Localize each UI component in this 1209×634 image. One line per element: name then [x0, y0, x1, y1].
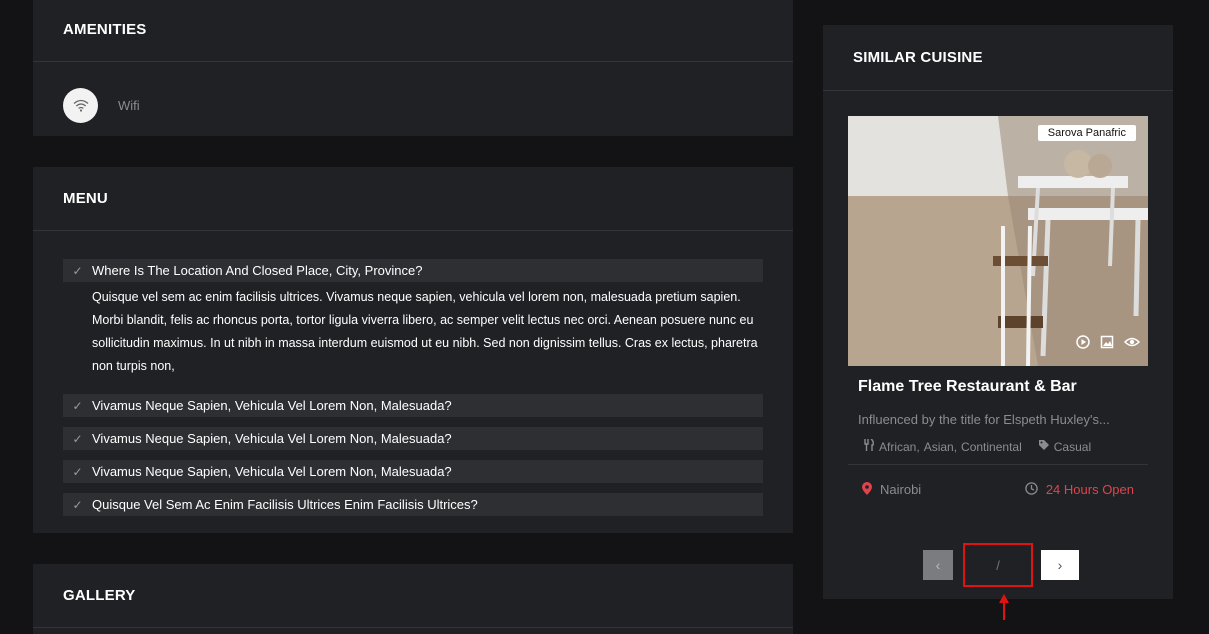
- similar-cuisine-title: SIMILAR CUISINE: [823, 25, 1173, 91]
- annotation-arrow-icon: [999, 594, 1009, 620]
- check-icon: ✓: [72, 431, 83, 446]
- check-icon: ✓: [72, 263, 83, 278]
- gallery-panel: GALLERY: [33, 564, 793, 634]
- faq-question[interactable]: ✓ Vivamus Neque Sapien, Vehicula Vel Lor…: [63, 394, 763, 417]
- restaurant-card[interactable]: Sarova Panafric Flame Tree Restaurant & …: [848, 116, 1148, 514]
- location-text: Nairobi: [880, 482, 922, 497]
- card-pager: ‹ / ›: [923, 543, 1079, 587]
- style-tag[interactable]: Casual: [1054, 440, 1091, 454]
- play-icon[interactable]: [1076, 335, 1090, 352]
- category-tag[interactable]: African,: [879, 440, 920, 454]
- faq-question-text: Vivamus Neque Sapien, Vehicula Vel Lorem…: [92, 464, 452, 479]
- faq-question-text: Where Is The Location And Closed Place, …: [92, 263, 423, 278]
- faq-item: ✓ Vivamus Neque Sapien, Vehicula Vel Lor…: [63, 394, 763, 417]
- page-counter: /: [963, 543, 1033, 587]
- menu-title: MENU: [33, 167, 793, 231]
- check-icon: ✓: [72, 497, 83, 512]
- faq-question-text: Quisque Vel Sem Ac Enim Facilisis Ultric…: [92, 497, 478, 512]
- category-tag[interactable]: Continental: [961, 440, 1022, 454]
- check-icon: ✓: [72, 398, 83, 413]
- restaurant-image[interactable]: Sarova Panafric: [848, 116, 1148, 366]
- amenities-title: AMENITIES: [33, 0, 793, 62]
- faq-answer: Quisque vel sem ac enim facilisis ultric…: [92, 290, 758, 373]
- restaurant-footer: Nairobi 24 Hours Open: [848, 464, 1148, 514]
- hours-text: 24 Hours Open: [1045, 482, 1134, 497]
- faq-item: ✓ Quisque Vel Sem Ac Enim Facilisis Ultr…: [63, 493, 763, 516]
- category-tag[interactable]: Asian,: [924, 440, 957, 454]
- restaurant-tags: African, Asian, Continental Casual: [864, 438, 1132, 454]
- faq-question-text: Vivamus Neque Sapien, Vehicula Vel Lorem…: [92, 398, 452, 413]
- faq-item: ✓ Vivamus Neque Sapien, Vehicula Vel Lor…: [63, 460, 763, 483]
- map-pin-icon: [862, 481, 872, 498]
- similar-cuisine-panel: SIMILAR CUISINE Sarova Panafric Flame Tr…: [823, 25, 1173, 599]
- restaurant-description: Influenced by the title for Elspeth Huxl…: [858, 412, 1110, 427]
- faq-question[interactable]: ✓ Vivamus Neque Sapien, Vehicula Vel Lor…: [63, 427, 763, 450]
- faq-question[interactable]: ✓ Vivamus Neque Sapien, Vehicula Vel Lor…: [63, 460, 763, 483]
- gallery-icon[interactable]: [1100, 335, 1114, 352]
- faq-question[interactable]: ✓ Quisque Vel Sem Ac Enim Facilisis Ultr…: [63, 493, 763, 516]
- clock-icon: [1025, 481, 1038, 498]
- next-button[interactable]: ›: [1041, 550, 1079, 580]
- opening-hours: 24 Hours Open: [1025, 481, 1134, 498]
- tag-icon: [1038, 439, 1050, 454]
- hotel-badge[interactable]: Sarova Panafric: [1037, 125, 1136, 141]
- image-actions: [1076, 335, 1141, 352]
- amenity-label: Wifi: [118, 98, 140, 113]
- cutlery-icon: [864, 438, 875, 454]
- faq-question[interactable]: ✓ Where Is The Location And Closed Place…: [63, 259, 763, 282]
- prev-button[interactable]: ‹: [923, 550, 953, 580]
- eye-icon[interactable]: [1123, 335, 1141, 352]
- amenities-panel: AMENITIES Wifi: [33, 0, 793, 136]
- faq-item: ✓ Vivamus Neque Sapien, Vehicula Vel Lor…: [63, 427, 763, 450]
- faq-item: ✓ Where Is The Location And Closed Place…: [63, 259, 763, 384]
- faq-question-text: Vivamus Neque Sapien, Vehicula Vel Lorem…: [92, 431, 452, 446]
- check-icon: ✓: [72, 464, 83, 479]
- location[interactable]: Nairobi: [862, 481, 922, 498]
- wifi-icon: [63, 88, 98, 123]
- amenity-item-wifi: Wifi: [33, 62, 793, 149]
- restaurant-title[interactable]: Flame Tree Restaurant & Bar: [858, 378, 1138, 396]
- gallery-title: GALLERY: [33, 564, 793, 628]
- faq-list: ✓ Where Is The Location And Closed Place…: [33, 231, 793, 516]
- menu-panel: MENU ✓ Where Is The Location And Closed …: [33, 167, 793, 533]
